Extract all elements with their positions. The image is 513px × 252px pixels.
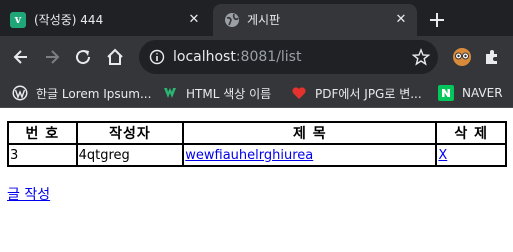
reload-icon[interactable] xyxy=(73,47,93,67)
cell-delete: X xyxy=(435,143,507,167)
back-arrow-icon[interactable] xyxy=(11,47,31,67)
bookmark-naver[interactable]: NAVER xyxy=(438,84,503,102)
cell-author: 4qtgreg xyxy=(75,143,185,167)
write-post-link[interactable]: 글 작성 xyxy=(7,184,50,204)
globe-icon xyxy=(225,13,239,27)
page-content: 번 호 작성자 제 목 삭 제 3 4qtgreg wewfiauhelrghi… xyxy=(0,109,513,252)
new-tab-icon[interactable] xyxy=(426,10,448,30)
delete-link[interactable]: X xyxy=(438,148,447,163)
info-icon[interactable] xyxy=(149,49,165,65)
toolbar: localhost:8081/list xyxy=(0,36,513,78)
wordpress-icon xyxy=(12,85,28,101)
tab-strip: v (작성중) 444 ✕ 게시판 ✕ xyxy=(0,0,513,36)
url-text: localhost:8081/list xyxy=(173,49,301,65)
header-author: 작성자 xyxy=(75,121,185,145)
header-delete: 삭 제 xyxy=(435,121,507,145)
url-host: localhost xyxy=(173,49,236,65)
naver-icon xyxy=(438,85,454,101)
vue-icon: v xyxy=(10,12,26,28)
board-table: 번 호 작성자 제 목 삭 제 3 4qtgreg wewfiauhelrghi… xyxy=(7,121,507,167)
header-title: 제 목 xyxy=(182,121,438,145)
bookmarks-bar: 한글 Lorem Ipsum... HTML 색상 이름 PDF에서 JPG로 … xyxy=(0,78,513,108)
tab-title: 게시판 xyxy=(247,13,281,27)
bookmark-label: 한글 Lorem Ipsum... xyxy=(36,86,152,101)
bookmark-label: HTML 색상 이름 xyxy=(186,86,272,101)
extension-avatar-icon[interactable] xyxy=(452,47,472,67)
close-icon[interactable]: ✕ xyxy=(186,12,202,28)
close-icon[interactable]: ✕ xyxy=(393,12,409,28)
leaf-icon xyxy=(164,88,176,98)
cell-number: 3 xyxy=(7,143,78,167)
header-number: 번 호 xyxy=(7,121,78,145)
heart-icon xyxy=(292,87,306,99)
bookmark-lorem[interactable]: 한글 Lorem Ipsum... xyxy=(12,84,151,102)
extensions-puzzle-icon[interactable] xyxy=(483,48,501,66)
tab-board[interactable]: 게시판 ✕ xyxy=(213,4,417,36)
tab-draft[interactable]: v (작성중) 444 ✕ xyxy=(0,4,210,36)
bookmark-label: PDF에서 JPG로 변... xyxy=(315,86,422,101)
header-row: 번 호 작성자 제 목 삭 제 xyxy=(7,121,507,145)
url-path: :8081/list xyxy=(235,49,302,65)
forward-arrow-icon[interactable] xyxy=(42,47,62,67)
cell-title: wewfiauhelrghiurea xyxy=(182,143,438,167)
bookmark-star-icon[interactable] xyxy=(412,48,430,66)
tab-title: (작성중) 444 xyxy=(34,13,104,27)
bookmark-html-colors[interactable]: HTML 색상 이름 xyxy=(162,84,271,102)
home-icon[interactable] xyxy=(105,47,125,67)
table-row: 3 4qtgreg wewfiauhelrghiurea X xyxy=(7,143,507,167)
bookmark-pdf-jpg[interactable]: PDF에서 JPG로 변... xyxy=(291,84,422,102)
address-bar[interactable]: localhost:8081/list xyxy=(139,40,438,74)
post-title-link[interactable]: wewfiauhelrghiurea xyxy=(185,148,313,163)
bookmark-label: NAVER xyxy=(462,86,503,100)
